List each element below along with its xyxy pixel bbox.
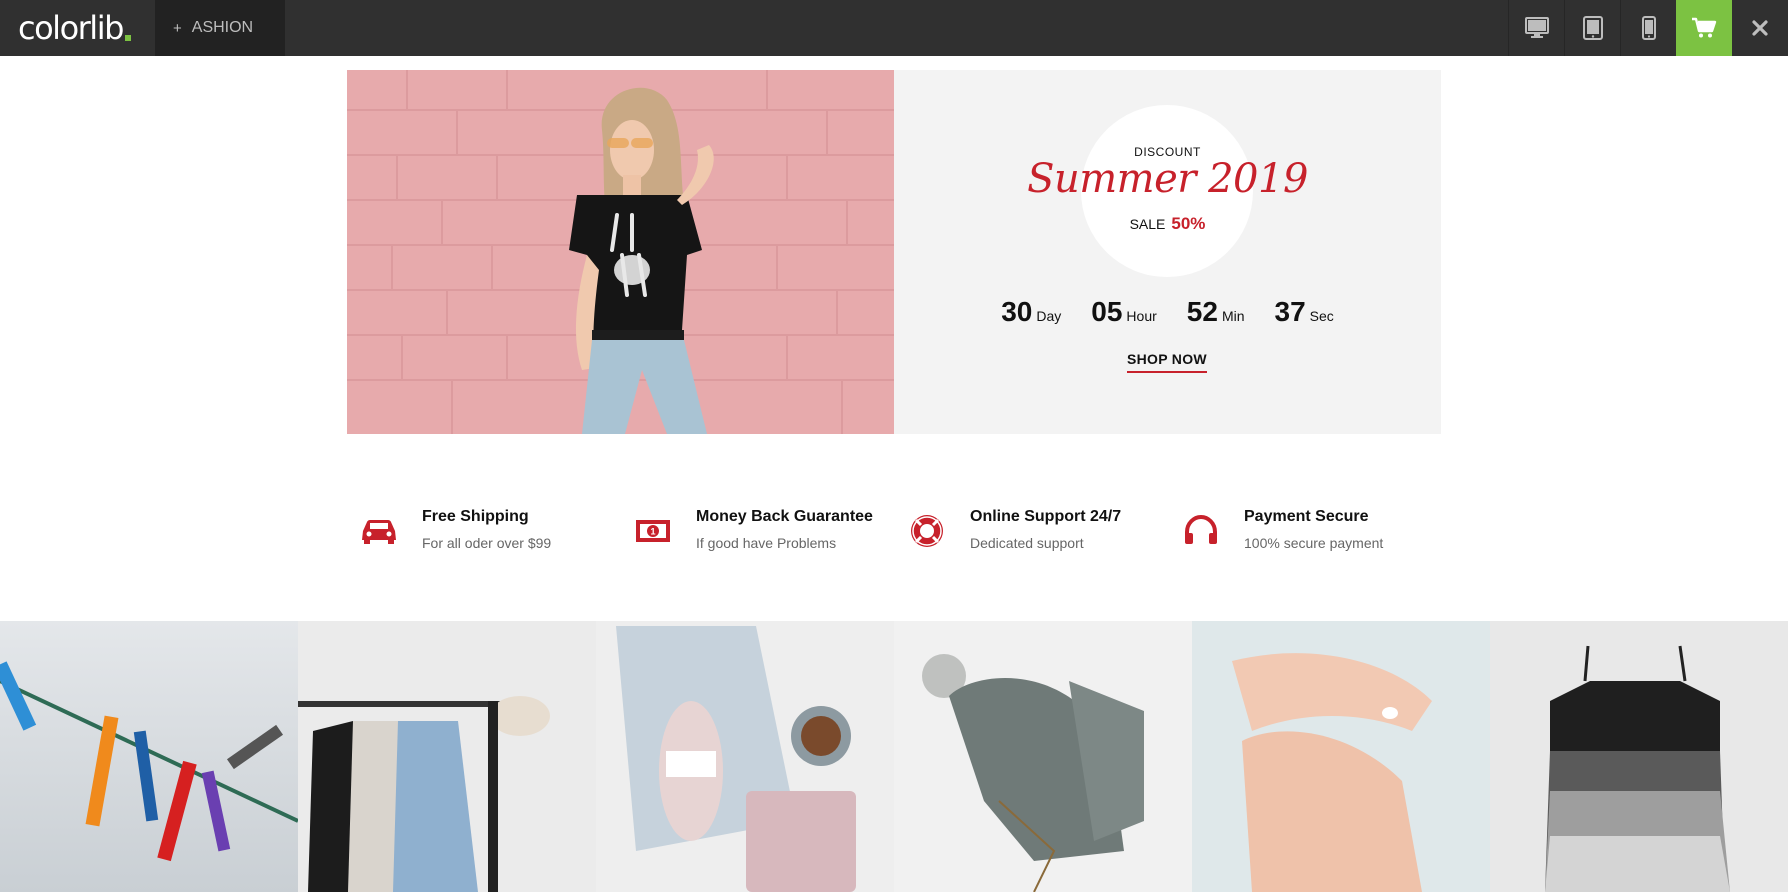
feature-title: Online Support 24/7 [970, 508, 1122, 525]
theme-select-tab[interactable]: + ASHION [155, 0, 285, 56]
svg-text:1: 1 [650, 527, 655, 537]
countdown-value: 37 [1274, 296, 1306, 327]
sale-label: SALE [1129, 216, 1166, 232]
promo-title: Summer 2019 [1027, 156, 1308, 202]
lifebuoy-icon [911, 515, 943, 547]
tablet-icon [1582, 16, 1603, 40]
promo-panel: DISCOUNT Summer 2019 SALE 50% 30 Day 05 Hou… [894, 70, 1441, 434]
mobile-icon [1641, 16, 1656, 40]
countdown-unit: Hour [1126, 308, 1157, 324]
close-icon [1752, 20, 1768, 36]
sale-value: 50% [1171, 214, 1206, 233]
countdown-hours: 05 Hour [1091, 296, 1157, 328]
gallery-tile-hand-cream[interactable] [1192, 621, 1490, 892]
feature-payment-secure: Payment Secure 100% secure payment [1169, 505, 1429, 565]
clothing-rack-photo [298, 621, 596, 892]
countdown-seconds: 37 Sec [1275, 296, 1334, 328]
countdown-value: 30 [1001, 296, 1033, 327]
gallery-tile-knitting[interactable] [596, 621, 894, 892]
countdown-days: 30 Day [1001, 296, 1061, 328]
knitting-flatlay-photo [596, 621, 894, 892]
hero-photo-illustration [347, 70, 894, 434]
gallery-tile-knit-hat[interactable] [894, 621, 1192, 892]
feature-title: Payment Secure [1244, 508, 1369, 525]
feature-online-support: Online Support 24/7 Dedicated support [895, 505, 1155, 565]
instagram-gallery [0, 621, 1788, 892]
hero-model-photo [347, 70, 894, 434]
tank-tops-photo [1490, 621, 1788, 892]
car-icon [362, 520, 396, 544]
feature-free-shipping: Free Shipping For all oder over $99 [347, 505, 607, 565]
tablet-view-button[interactable] [1564, 0, 1620, 56]
clothespins-photo [0, 621, 298, 892]
gallery-tile-clothing-rack[interactable] [298, 621, 596, 892]
hand-cream-photo [1192, 621, 1490, 892]
feature-subtitle: 100% secure payment [1244, 535, 1384, 551]
cart-button[interactable] [1676, 0, 1732, 56]
feature-subtitle: Dedicated support [970, 535, 1084, 551]
sale-line: SALE 50% [894, 214, 1441, 234]
countdown-unit: Min [1221, 308, 1245, 324]
feature-money-back: 1 Money Back Guarantee If good have Prob… [621, 505, 881, 565]
gallery-tile-clothespins[interactable] [0, 621, 298, 892]
shop-now-link[interactable]: SHOP NOW [1127, 351, 1207, 373]
knit-hat-photo [894, 621, 1192, 892]
mobile-view-button[interactable] [1620, 0, 1676, 56]
gallery-tile-tank-tops[interactable] [1490, 621, 1788, 892]
desktop-icon [1524, 17, 1549, 38]
countdown-unit: Day [1036, 308, 1062, 324]
desktop-view-button[interactable] [1508, 0, 1564, 56]
logo-text: colorlib [18, 9, 124, 47]
countdown-timer: 30 Day 05 Hour 52 Min 37 Sec [894, 296, 1441, 328]
countdown-unit: Sec [1309, 308, 1334, 324]
money-icon: 1 [636, 520, 670, 542]
cart-icon [1692, 17, 1717, 38]
plus-icon: + [173, 19, 182, 37]
feature-subtitle: For all oder over $99 [422, 535, 552, 551]
theme-tab-label: ASHION [191, 19, 254, 36]
feature-title: Money Back Guarantee [696, 508, 873, 525]
headphones-icon [1185, 514, 1217, 544]
feature-title: Free Shipping [422, 508, 529, 525]
logo-dot [124, 35, 131, 41]
close-button[interactable] [1732, 0, 1788, 56]
countdown-minutes: 52 Min [1187, 296, 1245, 328]
feature-subtitle: If good have Problems [696, 535, 837, 551]
countdown-value: 05 [1091, 296, 1123, 327]
top-bar: colorlib + ASHION [0, 0, 1788, 56]
colorlib-logo[interactable]: colorlib [18, 6, 131, 50]
countdown-value: 52 [1186, 296, 1218, 327]
